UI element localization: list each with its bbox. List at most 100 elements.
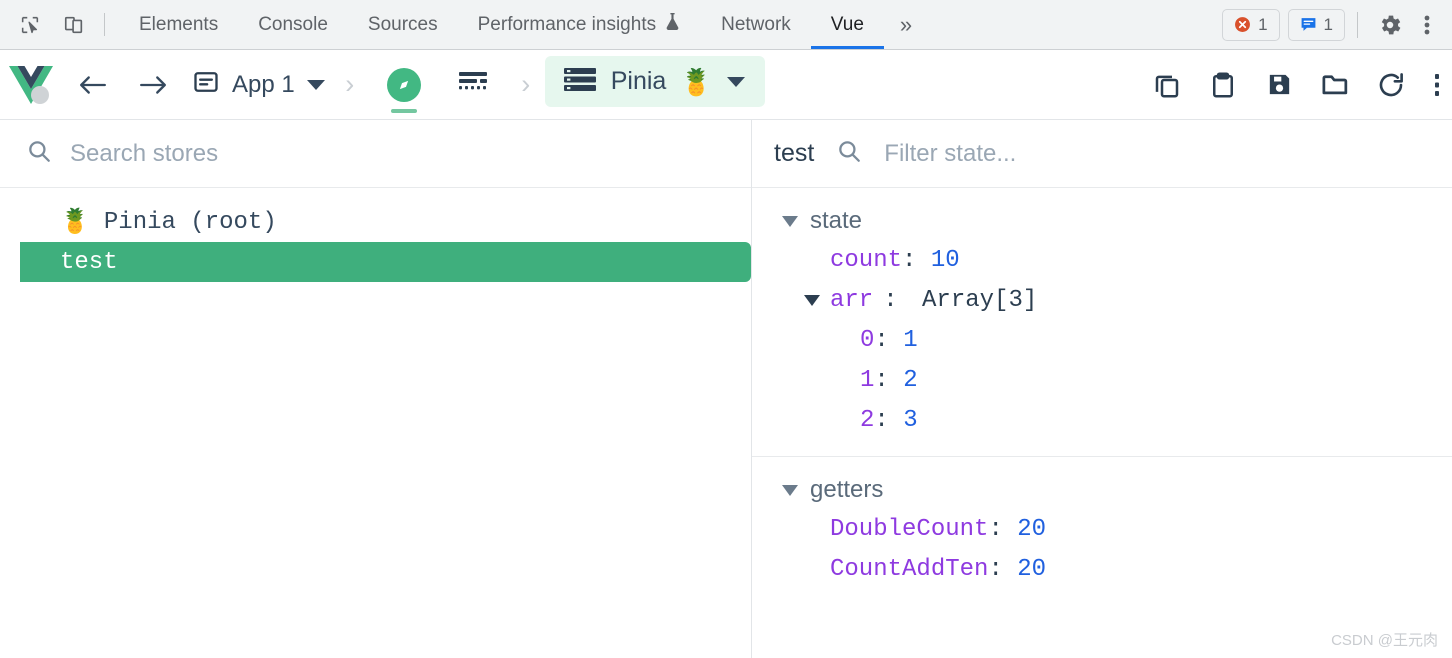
entry-key: CountAddTen: [830, 555, 989, 583]
store-tree: 🍍 Pinia (root) test: [0, 188, 751, 658]
tab-label: Performance insights: [477, 13, 657, 35]
entry-key: 2: [860, 406, 875, 434]
message-count: 1: [1323, 14, 1333, 34]
search-stores-input[interactable]: [70, 139, 630, 168]
status-divider: [1357, 11, 1358, 38]
vue-devtools-toolbar: App 1 › › Pinia 🍍: [0, 50, 1452, 170]
section-getters-header[interactable]: getters: [752, 471, 1452, 509]
list-icon: [563, 65, 597, 98]
app-selector[interactable]: App 1: [178, 50, 331, 119]
forward-arrow-icon[interactable]: [128, 60, 178, 110]
search-stores-row: [0, 120, 751, 188]
vue-toolbar-actions: [1146, 50, 1452, 119]
getter-entry-countaddten[interactable]: CountAddTen : 20: [752, 549, 1452, 589]
gear-icon[interactable]: [1370, 12, 1410, 38]
tab-label: Vue: [830, 13, 864, 35]
entry-value: 20: [1017, 555, 1047, 583]
section-state-header[interactable]: state: [752, 202, 1452, 240]
error-circle-icon: [1234, 16, 1251, 33]
tab-label: Elements: [139, 13, 219, 35]
entry-value: 10: [930, 246, 960, 274]
app-window-icon: [192, 68, 220, 101]
entry-value: 20: [1017, 515, 1047, 543]
copy-icon[interactable]: [1146, 64, 1188, 106]
search-icon: [26, 138, 52, 169]
tab-label: Network: [721, 13, 791, 35]
entry-value: 3: [903, 406, 918, 434]
entry-separator: :: [883, 286, 913, 314]
pinia-tab-label: Pinia: [610, 67, 667, 95]
device-toolbar-icon[interactable]: [52, 0, 96, 49]
store-item-pinia-root[interactable]: 🍍 Pinia (root): [0, 202, 751, 242]
entry-key: 0: [860, 326, 875, 354]
folder-open-icon[interactable]: [1314, 64, 1356, 106]
entry-key: DoubleCount: [830, 515, 989, 543]
entry-separator: :: [874, 366, 904, 394]
chevron-down-icon[interactable]: [782, 484, 798, 496]
refresh-icon[interactable]: [1370, 64, 1412, 106]
chevron-down-icon[interactable]: [306, 79, 325, 90]
tab-sources[interactable]: Sources: [348, 0, 458, 49]
tab-label: Console: [258, 13, 328, 35]
vue-logo: [0, 50, 62, 119]
entry-value: 2: [903, 366, 918, 394]
tab-label: Sources: [367, 13, 438, 35]
toolbar-divider: [104, 13, 105, 36]
section-title: state: [810, 207, 863, 234]
app-selector-label: App 1: [232, 70, 295, 98]
clipboard-paste-icon[interactable]: [1202, 64, 1244, 106]
message-count-badge[interactable]: 1: [1287, 8, 1345, 41]
pinia-chevron-down-icon[interactable]: [726, 76, 745, 87]
tab-network[interactable]: Network: [701, 0, 811, 49]
store-item-test[interactable]: test: [20, 242, 751, 282]
entry-separator: :: [988, 555, 1018, 583]
chevron-down-icon[interactable]: [804, 294, 820, 306]
pineapple-icon: 🍍: [680, 66, 713, 97]
filter-search-icon: [836, 138, 862, 169]
entry-separator: :: [902, 246, 931, 274]
devtools-window: Elements Console Sources Performance ins…: [0, 0, 1452, 658]
section-state: state count : 10 arr : Array[3] 0 : 1 1 …: [752, 188, 1452, 457]
state-entry-arr-2[interactable]: 2 : 3: [752, 400, 1452, 440]
flask-icon: [664, 12, 681, 37]
section-getters: getters DoubleCount : 20 CountAddTen : 2…: [752, 457, 1452, 605]
entry-separator: :: [874, 406, 904, 434]
state-entry-arr-1[interactable]: 1 : 2: [752, 360, 1452, 400]
entry-value: Array[3]: [922, 286, 1038, 314]
chevron-down-icon[interactable]: [782, 215, 798, 227]
timeline-icon: [457, 68, 489, 101]
timeline-tab[interactable]: [439, 50, 507, 119]
tab-performance-insights[interactable]: Performance insights: [458, 0, 701, 49]
entry-separator: :: [874, 326, 904, 354]
tab-elements[interactable]: Elements: [119, 0, 238, 49]
stores-pane: 🍍 Pinia (root) test: [0, 120, 752, 658]
state-inspector-pane: test state count : 10: [752, 120, 1452, 658]
devtools-tabs: Elements Console Sources Performance ins…: [113, 0, 1222, 49]
error-count: 1: [1258, 14, 1268, 34]
state-entry-count[interactable]: count : 10: [752, 240, 1452, 280]
state-inspector-header: test: [752, 120, 1452, 188]
save-icon[interactable]: [1258, 64, 1300, 106]
pineapple-icon: 🍍: [60, 210, 90, 237]
inspector-tab[interactable]: [369, 50, 439, 119]
back-arrow-icon[interactable]: [68, 60, 118, 110]
pinia-tab[interactable]: Pinia 🍍: [544, 56, 765, 107]
state-entry-arr-0[interactable]: 0 : 1: [752, 320, 1452, 360]
getter-entry-doublecount[interactable]: DoubleCount : 20: [752, 509, 1452, 549]
tab-overflow-button[interactable]: »: [884, 0, 926, 49]
watermark: CSDN @王元肉: [1331, 632, 1438, 649]
filter-state-input[interactable]: [884, 139, 1305, 168]
vue-kebab-menu-icon[interactable]: [1426, 72, 1448, 98]
inspect-cursor-icon[interactable]: [8, 0, 52, 49]
devtools-tab-bar: Elements Console Sources Performance ins…: [0, 0, 1452, 50]
kebab-menu-icon[interactable]: [1410, 13, 1444, 37]
tab-console[interactable]: Console: [238, 0, 348, 49]
chevron-double-right-icon: »: [899, 11, 912, 37]
breadcrumb-chevron-icon: ›: [345, 69, 355, 99]
tab-vue[interactable]: Vue: [810, 0, 885, 49]
state-entry-arr[interactable]: arr : Array[3]: [752, 280, 1452, 320]
devtools-main: 🍍 Pinia (root) test test: [0, 120, 1452, 658]
error-count-badge[interactable]: 1: [1222, 8, 1280, 41]
store-item-label: test: [60, 248, 118, 276]
